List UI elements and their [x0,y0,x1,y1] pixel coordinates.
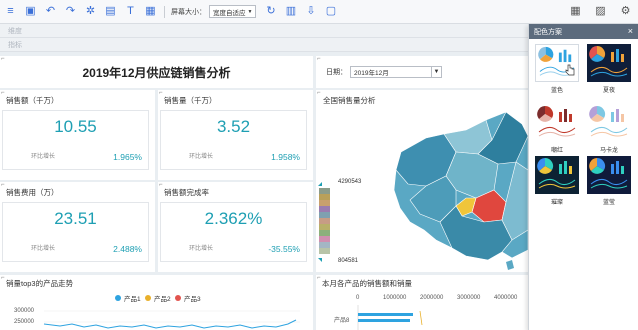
text-icon[interactable]: T [124,5,137,18]
dimension-bar[interactable]: 维度 [0,24,528,38]
scheme-label: 璀璨 [550,200,563,206]
trend-line-plot [43,310,300,329]
map-panel[interactable]: ⌐ 全国销售量分析 4290543 804581 [316,90,528,272]
bar-plot [357,305,423,330]
measure-bar[interactable]: 指标 [0,38,528,52]
report-title: 2019年12月供应链销售分析 [82,65,231,80]
corner-mark: ⌐ [1,90,5,96]
kpi-box: 23.51 环比增长 2.488% [2,202,149,262]
scheme-option-summer-night[interactable]: 夏夜 [587,44,631,96]
scheme-option-macaron[interactable]: 马卡龙 [587,104,631,156]
measure-label: 指标 [8,41,22,49]
chevron-down-icon: ▼ [247,8,253,15]
scheme-thumbnail [535,156,579,194]
color-scheme-header: 配色方案 × [529,24,638,39]
screen-size-select[interactable]: 宽度自适应 ▼ [209,5,257,18]
bar-chart-panel[interactable]: ⌐ 本月各产品的销售额和销量 0 1000000 2000000 3000000… [316,275,528,330]
volume-marker [419,310,423,326]
kpi-sub-label: 环比增长 [189,154,214,160]
refresh-icon[interactable]: ↻ [264,5,277,18]
image-icon[interactable]: ▤ [104,5,117,18]
corner-mark: ⌐ [159,90,163,96]
kpi-title: 销售量（千万） [164,96,217,105]
scheme-thumbnail [587,156,631,194]
scheme-label: 嘲红 [550,148,563,154]
kpi-value: 3.52 [216,117,251,136]
table-icon[interactable]: ▦ [144,5,157,18]
kpi-card-sales[interactable]: ⌐ 销售额（千万） 10.55 环比增长 1.965% [0,90,155,180]
corner-mark: ⌐ [1,182,5,188]
color-scheme-title: 配色方案 [534,28,562,36]
scheme-label: 夏夜 [602,88,615,94]
scheme-label: 蓝莹 [602,200,615,206]
date-value: 2019年12月 [354,70,389,77]
kpi-title: 销售额完成率 [164,188,209,197]
kpi-box: 2.362% 环比增长 -35.55% [160,202,307,262]
kpi-value: 23.51 [54,209,97,228]
scheme-thumbnail [535,44,579,82]
legend-handle-top[interactable] [318,182,322,186]
scheme-label: 蓝色 [550,88,563,94]
kpi-value: 10.55 [54,117,97,136]
legend-handle-bottom[interactable] [318,258,322,262]
china-map [318,111,528,270]
toolbar-divider [164,5,165,18]
map-region-island[interactable] [506,260,514,270]
series-line-product1[interactable] [43,319,297,329]
report-title-panel: ⌐ 2019年12月供应链销售分析 [0,56,313,88]
scheme-option-blue-glow[interactable]: 蓝莹 [587,156,631,208]
kpi-percent: -35.55% [268,244,300,254]
kpi-percent: 1.965% [113,152,142,162]
publish-icon[interactable]: ▢ [324,5,337,18]
scheme-thumbnail [587,104,631,142]
kpi-sub-label: 环比增长 [31,246,56,252]
redo-icon[interactable]: ↷ [64,5,77,18]
chevron-down-icon: ▼ [431,67,441,77]
date-select[interactable]: 2019年12月 ▼ [350,66,442,78]
corner-mark: ⌐ [317,56,321,62]
gear-icon[interactable]: ⚙ [619,5,632,18]
settings-icon[interactable]: ✲ [84,5,97,18]
bar[interactable] [358,319,410,322]
kpi-sub-label: 环比增长 [31,154,56,160]
corner-mark: ⌐ [159,182,163,188]
menu-icon[interactable]: ≡ [4,5,17,18]
kpi-value: 2.362% [204,209,263,228]
preview-icon[interactable]: ▥ [284,5,297,18]
dimension-label: 维度 [8,27,22,35]
bar[interactable] [358,313,413,316]
kpi-percent: 2.488% [113,244,142,254]
kpi-sub-label: 环比增长 [189,246,214,252]
export-icon[interactable]: ⇩ [304,5,317,18]
save-icon[interactable]: ▣ [24,5,37,18]
scheme-thumbnail [535,104,579,142]
kpi-card-expense[interactable]: ⌐ 销售费用（万） 23.51 环比增长 2.488% [0,182,155,272]
scheme-label: 马卡龙 [599,148,618,154]
legend-bar[interactable] [319,188,330,254]
scheme-thumbnail [587,44,631,82]
kpi-percent: 1.958% [271,152,300,162]
trend-chart-panel[interactable]: ⌐ 销量top3的产品走势 产品1 产品2 产品3 300000 250000 [0,275,313,330]
corner-mark: ⌐ [1,56,5,62]
scheme-option-red[interactable]: 嘲红 [535,104,579,156]
grid-layout-icon[interactable]: ▦ [569,5,582,18]
screen-size-label: 屏幕大小： [171,8,206,16]
kpi-box: 3.52 环比增长 1.958% [160,110,307,170]
kpi-title: 销售费用（万） [6,188,59,197]
kpi-title: 销售额（千万） [6,96,59,105]
color-scheme-panel: 配色方案 × 蓝色 夏夜 嘲红 马卡龙 璀璨 蓝莹 [528,24,638,330]
theme-icon[interactable]: ▨ [594,5,607,18]
scheme-option-bright[interactable]: 璀璨 [535,156,579,208]
screen-size-value: 宽度自适应 [213,9,246,17]
hand-cursor-icon [565,64,575,76]
kpi-card-volume[interactable]: ⌐ 销售量（千万） 3.52 环比增长 1.958% [158,90,313,180]
date-label: 日期： [326,69,347,76]
date-filter-panel: ⌐ 日期： 2019年12月 ▼ [316,56,528,88]
kpi-box: 10.55 环比增长 1.965% [2,110,149,170]
close-icon[interactable]: × [628,26,633,36]
toolbar: ≡ ▣ ↶ ↷ ✲ ▤ T ▦ 屏幕大小： 宽度自适应 ▼ ↻ ▥ ⇩ ▢ ▦ … [0,0,638,24]
kpi-card-completion[interactable]: ⌐ 销售额完成率 2.362% 环比增长 -35.55% [158,182,313,272]
undo-icon[interactable]: ↶ [44,5,57,18]
